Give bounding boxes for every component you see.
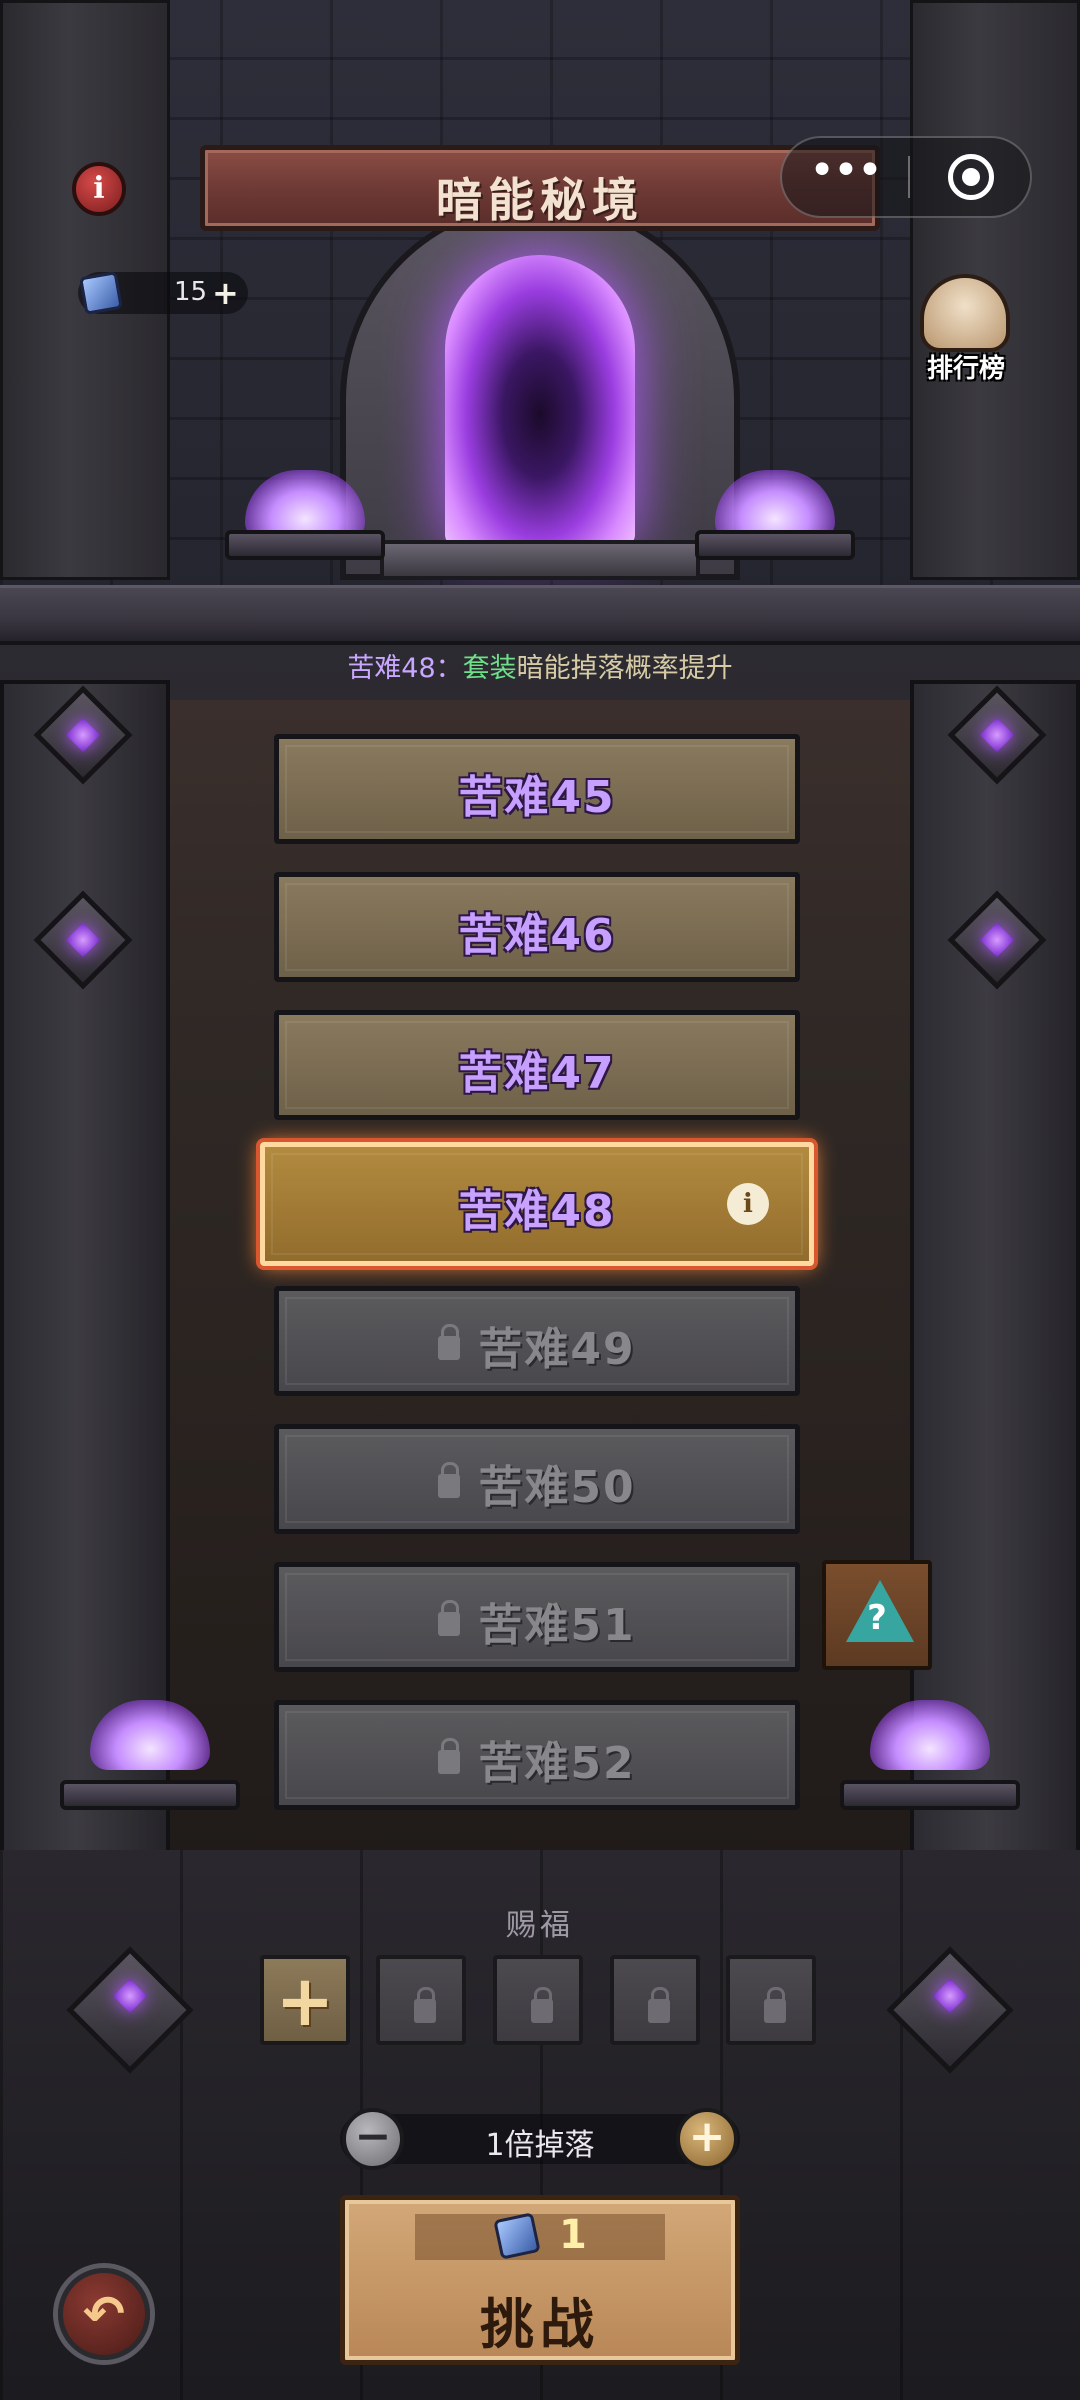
plus-icon: +: [275, 1960, 335, 2042]
lock-icon: [764, 1987, 786, 2023]
crystal-ticket-icon: [493, 2212, 541, 2260]
left-top-brazier: [225, 530, 385, 560]
level-label: 苦难51: [279, 1589, 795, 1653]
lock-icon: [414, 1987, 436, 2023]
level-button-locked[interactable]: 苦难50: [274, 1424, 800, 1534]
level-label: 苦难46: [458, 910, 616, 961]
left-bottom-brazier: [60, 1780, 240, 1810]
portal-steps: [380, 540, 700, 580]
close-target-icon[interactable]: [948, 154, 994, 200]
level-info-icon[interactable]: i: [727, 1183, 769, 1225]
blessing-slot-locked: [376, 1955, 466, 2045]
level-label: 苦难45: [458, 772, 616, 823]
back-button[interactable]: ↶: [58, 2268, 150, 2360]
podium-icon: [920, 274, 1010, 352]
lock-icon: [438, 1600, 461, 1636]
game-scene: 暗能秘境 i ••• 15 + 排行榜 苦难48：套装暗能掉落概率提升 苦难45…: [0, 0, 1080, 2400]
more-menu-button[interactable]: •••: [782, 138, 908, 216]
leaderboard-button[interactable]: 排行榜: [906, 268, 1026, 388]
right-top-brazier: [695, 530, 855, 560]
blessing-slot-locked: [726, 1955, 816, 2045]
level-button[interactable]: 苦难46: [274, 872, 800, 982]
level-button-selected[interactable]: 苦难48 i: [260, 1142, 814, 1266]
notice-highlight: 套装: [462, 653, 517, 684]
right-bottom-brazier: [840, 1780, 1020, 1810]
lock-icon: [531, 1987, 553, 2023]
notice-text: 暗能掉落概率提升: [516, 653, 733, 684]
challenge-cost: 1: [559, 2212, 587, 2258]
title-banner: 暗能秘境: [200, 145, 880, 231]
leaderboard-label: 排行榜: [926, 354, 1005, 384]
challenge-button[interactable]: 1 挑战: [340, 2195, 740, 2365]
hint-button[interactable]: ?: [822, 1560, 932, 1670]
right-column: [910, 680, 1080, 1860]
challenge-label: 挑战: [480, 2293, 600, 2356]
level-label: 苦难52: [279, 1727, 795, 1791]
increase-drop-button[interactable]: +: [676, 2108, 738, 2170]
left-column: [0, 680, 170, 1860]
upper-ledge: [0, 585, 1080, 645]
page-title: 暗能秘境: [436, 173, 644, 227]
level-label: 苦难49: [279, 1313, 795, 1377]
energy-value: 15: [174, 277, 208, 307]
cost-bar: [415, 2214, 665, 2260]
lock-icon: [438, 1324, 461, 1360]
capsule-divider: [908, 156, 910, 198]
lock-icon: [438, 1738, 461, 1774]
add-blessing-button[interactable]: +: [260, 1955, 350, 2045]
level-button-locked[interactable]: 苦难52: [274, 1700, 800, 1810]
lock-icon: [438, 1462, 461, 1498]
level-button[interactable]: 苦难47: [274, 1010, 800, 1120]
lock-icon: [648, 1987, 670, 2023]
level-label: 苦难50: [279, 1451, 795, 1515]
back-arrow-icon: ↶: [83, 2285, 125, 2343]
hint-symbol: ?: [867, 1598, 887, 1638]
add-energy-button[interactable]: +: [212, 274, 239, 312]
crystal-ticket-icon: [78, 270, 124, 316]
level-label: 苦难47: [458, 1048, 616, 1099]
dark-portal: [445, 255, 635, 545]
level-button-locked[interactable]: 苦难49: [274, 1286, 800, 1396]
notice-level: 苦难48：: [347, 653, 463, 684]
energy-counter: 15 +: [78, 270, 248, 316]
info-icon[interactable]: i: [72, 162, 126, 216]
mini-program-capsule: •••: [780, 136, 1032, 218]
level-button-locked[interactable]: 苦难51: [274, 1562, 800, 1672]
decrease-drop-button[interactable]: −: [342, 2108, 404, 2170]
level-button[interactable]: 苦难45: [274, 734, 800, 844]
blessing-label: 赐福: [506, 1908, 574, 1943]
blessing-slot-locked: [610, 1955, 700, 2045]
blessing-slot-locked: [493, 1955, 583, 2045]
